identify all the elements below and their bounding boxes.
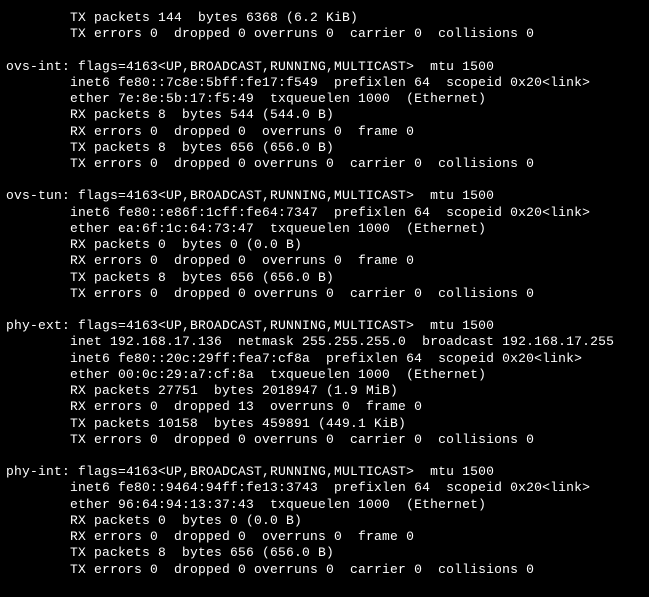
tx-packets-line: TX packets 144 bytes 6368 (6.2 KiB) [6,10,643,26]
interface-detail-line-2: RX packets 0 bytes 0 (0.0 B) [6,237,643,253]
interface-phy-ext: phy-ext: flags=4163<UP,BROADCAST,RUNNING… [6,318,643,448]
interface-detail-line-3: RX packets 27751 bytes 2018947 (1.9 MiB) [6,383,643,399]
interface-detail-line-5: TX packets 10158 bytes 459891 (449.1 KiB… [6,416,643,432]
interface-detail-line-5: TX errors 0 dropped 0 overruns 0 carrier… [6,286,643,302]
interface-detail-line-5: TX errors 0 dropped 0 overruns 0 carrier… [6,562,643,578]
interface-detail-line-5: TX errors 0 dropped 0 overruns 0 carrier… [6,156,643,172]
interface-detail-line-2: ether 00:0c:29:a7:cf:8a txqueuelen 1000 … [6,367,643,383]
interface-detail-line-1: ether 96:64:94:13:37:43 txqueuelen 1000 … [6,497,643,513]
interface-detail-line-6: TX errors 0 dropped 0 overruns 0 carrier… [6,432,643,448]
terminal-output: TX packets 144 bytes 6368 (6.2 KiB) TX e… [0,0,649,578]
interface-detail-line-4: RX errors 0 dropped 13 overruns 0 frame … [6,399,643,415]
interface-detail-line-0: inet 192.168.17.136 netmask 255.255.255.… [6,334,643,350]
interface-detail-line-2: RX packets 0 bytes 0 (0.0 B) [6,513,643,529]
interface-header: ovs-tun: flags=4163<UP,BROADCAST,RUNNING… [6,188,643,204]
interface-detail-line-1: ether ea:6f:1c:64:73:47 txqueuelen 1000 … [6,221,643,237]
tx-errors-line: TX errors 0 dropped 0 overruns 0 carrier… [6,26,643,42]
interface-detail-line-3: RX errors 0 dropped 0 overruns 0 frame 0 [6,529,643,545]
interface-detail-line-3: RX errors 0 dropped 0 overruns 0 frame 0 [6,253,643,269]
interface-header: ovs-int: flags=4163<UP,BROADCAST,RUNNING… [6,59,643,75]
interface-header: phy-int: flags=4163<UP,BROADCAST,RUNNING… [6,464,643,480]
interface-detail-line-4: TX packets 8 bytes 656 (656.0 B) [6,545,643,561]
interface-ovs-int: ovs-int: flags=4163<UP,BROADCAST,RUNNING… [6,59,643,173]
interface-detail-line-0: inet6 fe80::e86f:1cff:fe64:7347 prefixle… [6,205,643,221]
interface-phy-int: phy-int: flags=4163<UP,BROADCAST,RUNNING… [6,464,643,578]
interface-ovs-tun: ovs-tun: flags=4163<UP,BROADCAST,RUNNING… [6,188,643,302]
interface-detail-line-1: inet6 fe80::20c:29ff:fea7:cf8a prefixlen… [6,351,643,367]
interface-detail-line-1: ether 7e:8e:5b:17:f5:49 txqueuelen 1000 … [6,91,643,107]
leading-block: TX packets 144 bytes 6368 (6.2 KiB) TX e… [6,10,643,43]
interface-detail-line-4: TX packets 8 bytes 656 (656.0 B) [6,140,643,156]
interface-header: phy-ext: flags=4163<UP,BROADCAST,RUNNING… [6,318,643,334]
interface-detail-line-3: RX errors 0 dropped 0 overruns 0 frame 0 [6,124,643,140]
interface-detail-line-0: inet6 fe80::9464:94ff:fe13:3743 prefixle… [6,480,643,496]
interface-detail-line-2: RX packets 8 bytes 544 (544.0 B) [6,107,643,123]
interface-detail-line-0: inet6 fe80::7c8e:5bff:fe17:f549 prefixle… [6,75,643,91]
interface-detail-line-4: TX packets 8 bytes 656 (656.0 B) [6,270,643,286]
